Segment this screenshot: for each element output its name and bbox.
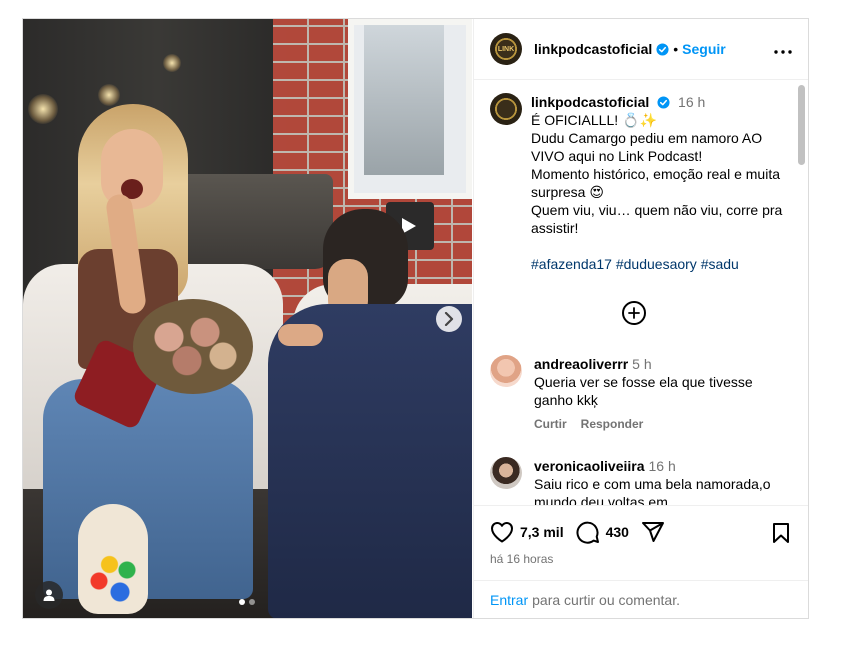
avatar[interactable]: LINK [490,33,522,65]
chevron-right-icon [444,312,454,326]
caption-avatar[interactable] [490,93,522,125]
load-more-comments-button[interactable] [622,301,646,325]
like-button[interactable] [490,521,514,543]
caption-time[interactable]: 16 h [678,94,705,110]
commenter-avatar[interactable] [490,355,522,387]
post-actions: 7,3 mil 430 há 16 horas Entrar para curt… [474,505,808,618]
comment-text: Queria ver se fosse ela que tivesse ganh… [534,374,753,408]
caption-username[interactable]: linkpodcastoficial [531,94,649,110]
login-to-comment: Entrar para curtir ou comentar. [474,580,808,618]
comment-count[interactable]: 430 [606,524,629,540]
comment-text: Saiu rico e com uma bela namorada,o mund… [534,476,771,505]
caption-line: Momento histórico, emoção real e muita s… [531,166,784,200]
comment-username[interactable]: veronicaoliveiira [534,458,645,474]
comment-item: veronicaoliveiira 16 h Saiu rico e com um… [490,457,790,505]
login-link[interactable]: Entrar [490,592,528,608]
caption-line: Dudu Camargo pediu em namoro AO VIVO aqu… [531,130,767,164]
commenter-avatar[interactable] [490,457,522,489]
bookmark-icon [773,523,789,543]
post-timestamp[interactable]: há 16 horas [490,552,553,566]
share-icon [641,522,664,542]
like-count[interactable]: 7,3 mil [520,524,564,540]
caption-line: É OFICIALLL! 💍✨ [531,112,657,128]
follow-button[interactable]: Seguir [682,41,726,57]
user-tag-icon [43,589,55,601]
comment-time[interactable]: 16 h [649,458,676,474]
comment-time[interactable]: 5 h [632,356,651,372]
more-options-button[interactable] [774,39,792,57]
comment-icon [576,521,599,544]
separator-dot: • [673,41,679,57]
post-card: LINK linkpodcastoficial • Seguir linkpod… [22,18,809,619]
carousel-indicator [239,599,255,605]
caption-line: Quem viu, viu… quem não viu, corre pra a… [531,202,787,236]
comment-button[interactable] [576,520,600,544]
author-username[interactable]: linkpodcastoficial [534,41,652,57]
post-media[interactable] [23,19,472,618]
comments-scrollbar[interactable] [798,85,805,165]
user-tags-button[interactable] [35,581,63,609]
post-side-panel: LINK linkpodcastoficial • Seguir linkpod… [473,19,808,618]
save-button[interactable] [772,522,790,549]
share-button[interactable] [641,521,665,543]
post-caption: linkpodcastoficial 16 h É OFICIALLL! 💍✨ … [490,93,790,273]
logo-text: LINK [497,45,515,53]
comment-like-button[interactable]: Curtir [534,415,567,433]
next-slide-button[interactable] [436,306,462,332]
caption-hashtags[interactable]: #afazenda17 #duduesaory #sadu [531,255,790,273]
more-options-icon [774,50,792,54]
carousel-dot [249,599,255,605]
comment-username[interactable]: andreaoliverrr [534,356,628,372]
login-prompt-text: para curtir ou comentar. [532,591,680,608]
verified-badge-icon [657,96,670,109]
heart-icon [491,522,513,543]
carousel-dot [239,599,245,605]
verified-badge-icon [656,42,669,56]
comment-reply-button[interactable]: Responder [581,415,644,433]
comment-item: andreaoliverrr 5 h Queria ver se fosse el… [490,355,790,433]
add-icon [628,307,640,319]
post-header: LINK linkpodcastoficial • Seguir [474,19,808,80]
post-photo [23,19,472,618]
comments-section[interactable]: linkpodcastoficial 16 h É OFICIALLL! 💍✨ … [474,81,808,505]
